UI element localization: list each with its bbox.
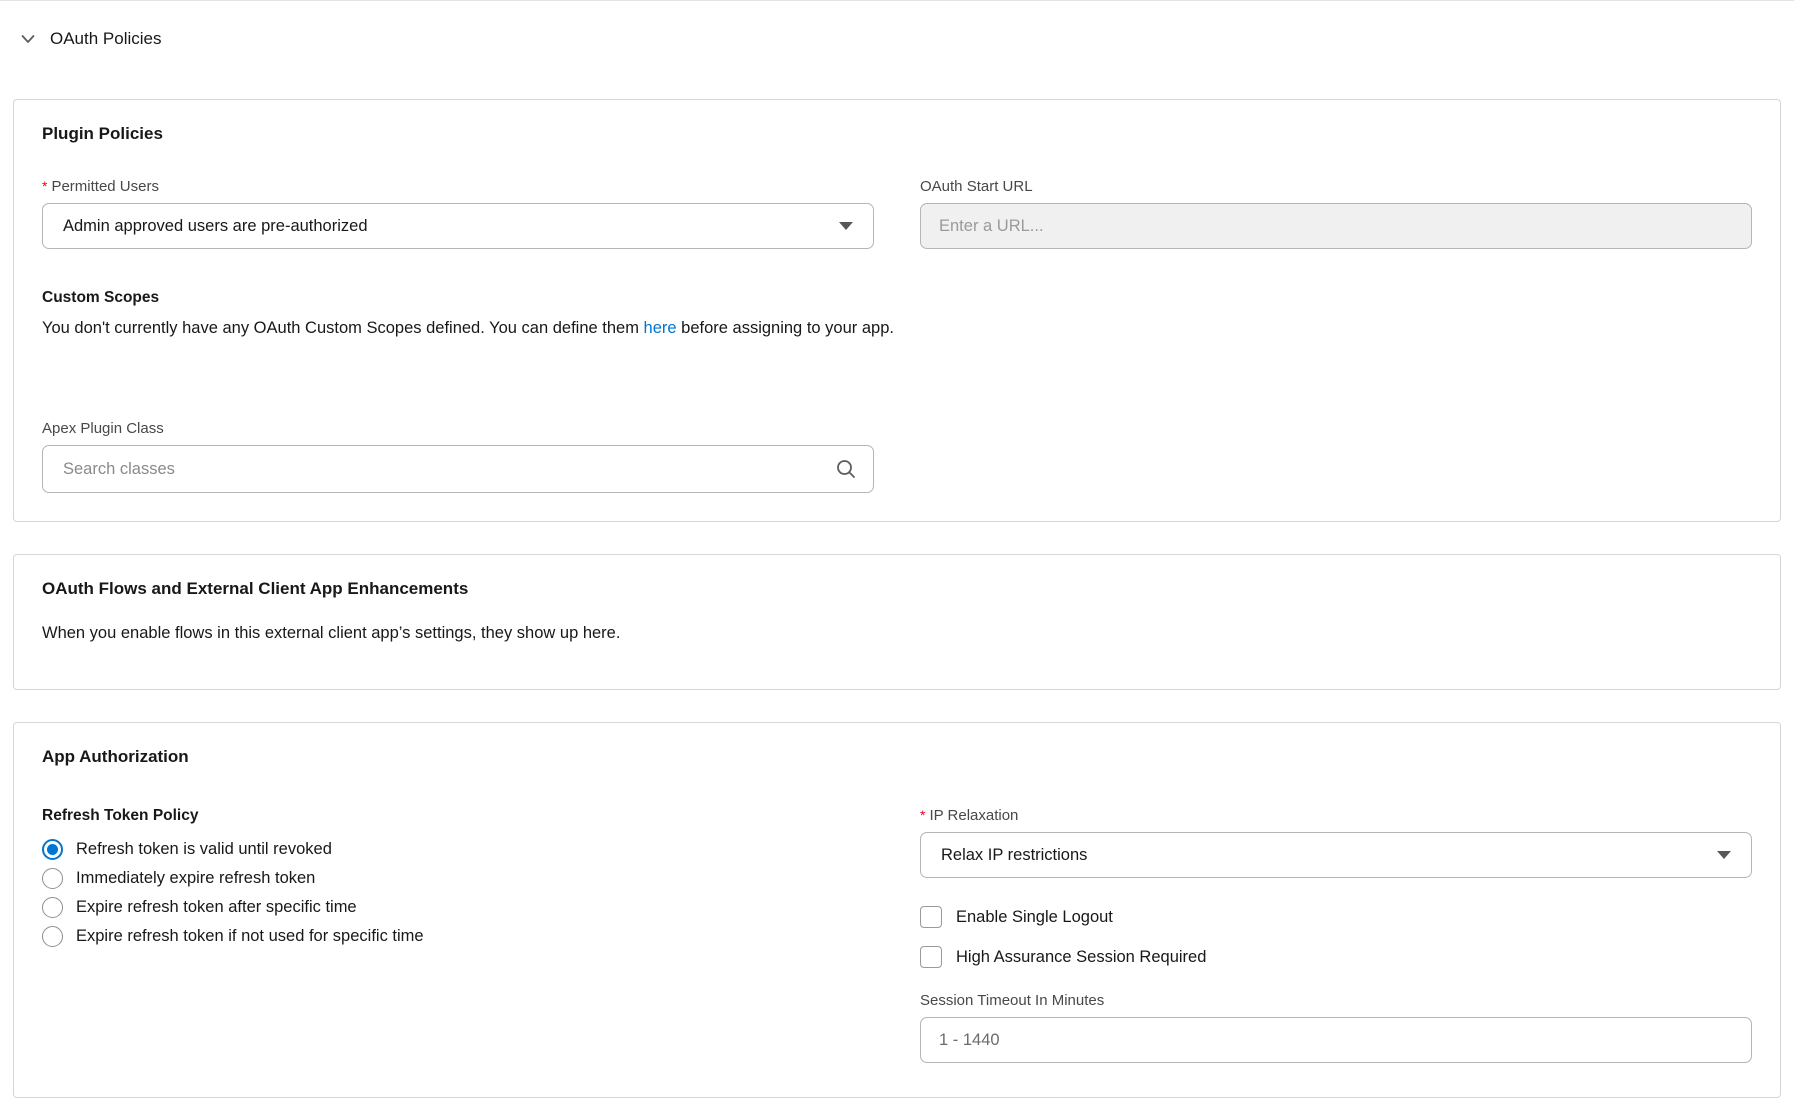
- required-asterisk: *: [42, 178, 47, 195]
- oauth-flows-heading: OAuth Flows and External Client App Enha…: [42, 579, 1752, 599]
- chevron-down-icon: [839, 222, 853, 230]
- radio-option-expire-after-time[interactable]: Expire refresh token after specific time: [42, 893, 874, 922]
- section-title: OAuth Policies: [50, 29, 162, 49]
- oauth-flows-description: When you enable flows in this external c…: [42, 621, 1752, 645]
- apex-class-search[interactable]: [42, 445, 874, 493]
- required-asterisk: *: [920, 807, 925, 824]
- refresh-token-radio[interactable]: [42, 839, 63, 860]
- ip-relaxation-field: * IP Relaxation Relax IP restrictions En…: [920, 807, 1752, 1063]
- app-authorization-card: App Authorization Refresh Token Policy R…: [13, 722, 1781, 1098]
- radio-label: Expire refresh token after specific time: [76, 898, 357, 917]
- apex-class-search-input[interactable]: [61, 459, 835, 480]
- plugin-policies-heading: Plugin Policies: [42, 124, 1752, 144]
- oauth-start-url-input: [920, 203, 1752, 249]
- session-timeout-input[interactable]: [920, 1017, 1752, 1063]
- permitted-users-value: Admin approved users are pre-authorized: [63, 217, 368, 236]
- permitted-users-select[interactable]: Admin approved users are pre-authorized: [42, 203, 874, 249]
- radio-label: Refresh token is valid until revoked: [76, 840, 332, 859]
- custom-scopes-text: You don't currently have any OAuth Custo…: [42, 316, 1752, 340]
- permitted-users-field: * Permitted Users Admin approved users a…: [42, 178, 874, 249]
- radio-option-immediately-expire[interactable]: Immediately expire refresh token: [42, 864, 874, 893]
- chevron-down-icon[interactable]: [20, 31, 36, 47]
- plugin-policies-card: Plugin Policies * Permitted Users Admin …: [13, 99, 1781, 522]
- checkbox-label: High Assurance Session Required: [956, 948, 1206, 967]
- radio-label: Expire refresh token if not used for spe…: [76, 927, 424, 946]
- refresh-token-policy-label: Refresh Token Policy: [42, 807, 874, 825]
- checkbox[interactable]: [920, 946, 942, 968]
- radio-option-valid-until-revoked[interactable]: Refresh token is valid until revoked: [42, 835, 874, 864]
- oauth-start-url-label: OAuth Start URL: [920, 178, 1752, 195]
- refresh-token-radio[interactable]: [42, 868, 63, 889]
- custom-scopes-heading: Custom Scopes: [42, 289, 1752, 307]
- apex-plugin-class-field: Apex Plugin Class: [42, 374, 874, 493]
- permitted-users-label: * Permitted Users: [42, 178, 874, 195]
- refresh-token-radio-group: Refresh token is valid until revoked Imm…: [42, 835, 874, 951]
- checkbox-label: Enable Single Logout: [956, 908, 1113, 927]
- ip-relaxation-select[interactable]: Relax IP restrictions: [920, 832, 1752, 878]
- checkbox[interactable]: [920, 906, 942, 928]
- oauth-flows-card: OAuth Flows and External Client App Enha…: [13, 554, 1781, 690]
- app-authorization-heading: App Authorization: [42, 747, 1752, 767]
- refresh-token-radio[interactable]: [42, 926, 63, 947]
- search-icon: [835, 458, 857, 480]
- radio-option-expire-if-not-used[interactable]: Expire refresh token if not used for spe…: [42, 922, 874, 951]
- here-link[interactable]: here: [644, 319, 677, 337]
- chevron-down-icon: [1717, 851, 1731, 859]
- refresh-token-policy-field: Refresh Token Policy Refresh token is va…: [42, 807, 874, 1063]
- radio-label: Immediately expire refresh token: [76, 869, 315, 888]
- oauth-start-url-field: OAuth Start URL: [920, 178, 1752, 249]
- ip-relaxation-label: * IP Relaxation: [920, 807, 1752, 824]
- oauth-policies-section-header[interactable]: OAuth Policies: [0, 1, 1794, 49]
- refresh-token-radio[interactable]: [42, 897, 63, 918]
- session-timeout-label: Session Timeout In Minutes: [920, 992, 1752, 1009]
- ip-relaxation-value: Relax IP restrictions: [941, 846, 1087, 865]
- enable-single-logout-row[interactable]: Enable Single Logout: [920, 906, 1752, 928]
- high-assurance-session-row[interactable]: High Assurance Session Required: [920, 946, 1752, 968]
- apex-plugin-class-label: Apex Plugin Class: [42, 420, 874, 437]
